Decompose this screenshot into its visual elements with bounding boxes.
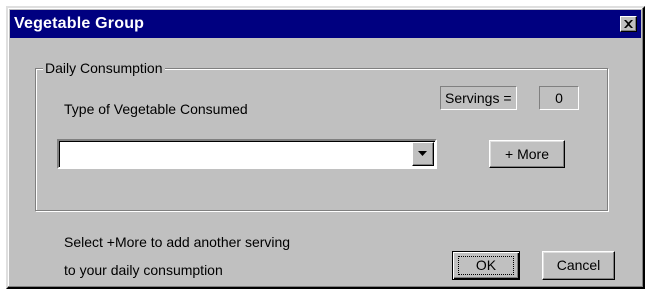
hint-text-line-2: to your daily consumption (64, 262, 223, 278)
close-button[interactable] (620, 16, 637, 32)
close-icon (624, 20, 633, 28)
groupbox-legend: Daily Consumption (43, 60, 165, 76)
servings-count: 0 (539, 86, 579, 110)
ok-button-label: OK (458, 256, 514, 275)
add-serving-button[interactable]: + More (489, 140, 565, 168)
dropdown-button[interactable] (412, 142, 434, 166)
ok-button[interactable]: OK (452, 251, 520, 280)
servings-label: Servings = (440, 86, 517, 110)
window-title: Vegetable Group (14, 15, 145, 32)
title-bar[interactable]: Vegetable Group (10, 10, 641, 38)
hint-text-line-1: Select +More to add another serving (64, 234, 291, 250)
cancel-button[interactable]: Cancel (542, 251, 615, 280)
vegetable-type-label: Type of Vegetable Consumed (64, 101, 248, 117)
chevron-down-icon (418, 151, 427, 156)
vegetable-type-dropdown[interactable] (57, 139, 437, 169)
